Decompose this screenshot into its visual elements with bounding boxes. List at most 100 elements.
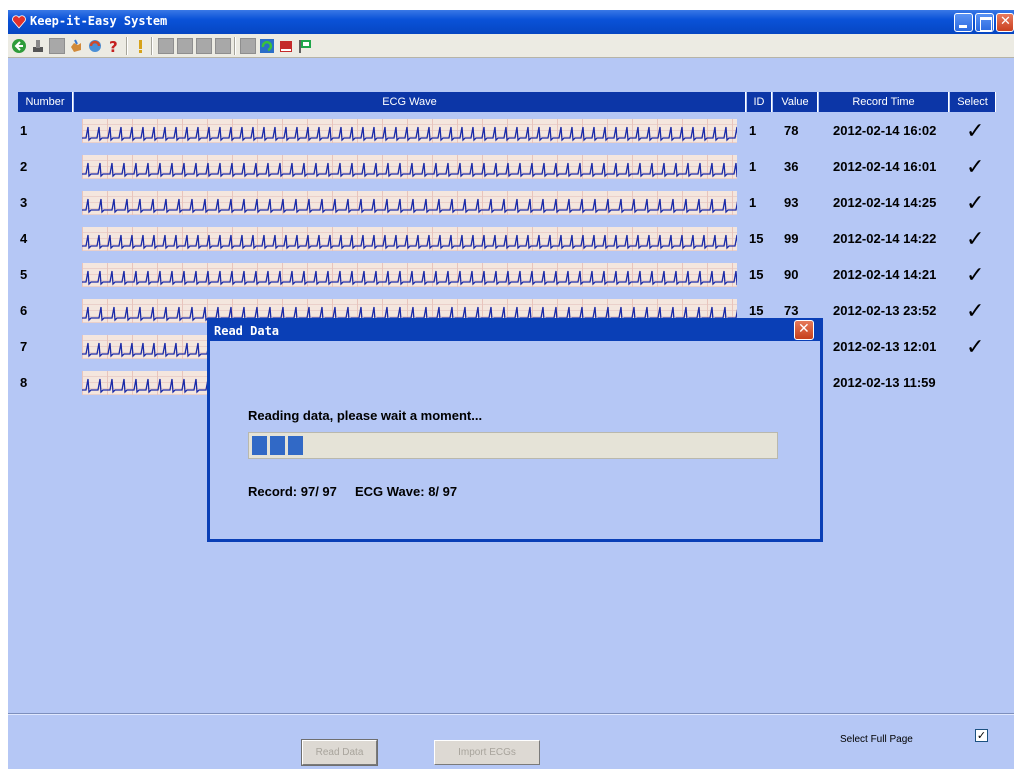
row-value: 78	[784, 123, 799, 138]
row-number: 5	[20, 267, 28, 282]
select-full-page-checkbox[interactable]: ✓	[975, 729, 988, 742]
dialog-body: Reading data, please wait a moment... Re…	[210, 341, 820, 539]
ecg-line	[82, 162, 737, 178]
disabled-icon	[215, 38, 231, 54]
progress-block	[252, 436, 267, 455]
dialog-title: Read Data	[214, 324, 280, 338]
select-full-page-label: Select Full Page	[840, 734, 913, 745]
dialog-close-button[interactable]	[794, 320, 814, 340]
row-number: 3	[20, 195, 28, 210]
toolbar-separator	[126, 37, 128, 55]
ecg-wave-label: ECG Wave:	[354, 484, 425, 499]
minimize-button[interactable]	[954, 13, 973, 32]
row-id: 1	[749, 195, 757, 210]
disabled-icon	[49, 38, 65, 54]
ecg-wave-thumbnail[interactable]	[82, 119, 737, 143]
row-number: 6	[20, 303, 28, 318]
row-select-check[interactable]: ✓	[966, 193, 984, 215]
ecg-trace	[82, 270, 737, 286]
row-record-time: 2012-02-14 14:22	[833, 231, 937, 246]
row-record-time: 2012-02-13 12:01	[833, 339, 937, 354]
row-id: 15	[749, 303, 764, 318]
progress-block	[270, 436, 285, 455]
ecg-trace	[82, 198, 737, 214]
toolbar-separator	[234, 37, 236, 55]
svg-text:?: ?	[109, 38, 118, 54]
row-select-check[interactable]: ✓	[966, 301, 984, 323]
row-id: 1	[749, 123, 757, 138]
rotate-icon[interactable]	[259, 38, 275, 54]
header-ecg-wave[interactable]: ECG Wave	[74, 92, 746, 112]
row-select-check[interactable]: ✓	[966, 265, 984, 287]
row-value: 99	[784, 231, 799, 246]
progress-bar	[248, 432, 778, 459]
refresh-icon[interactable]	[87, 38, 103, 54]
ecg-wave-thumbnail[interactable]	[82, 191, 737, 215]
ecg-wave-thumbnail[interactable]	[82, 263, 737, 287]
import-ecgs-button[interactable]: Import ECGs	[434, 740, 540, 765]
row-record-time: 2012-02-13 11:59	[833, 375, 936, 390]
dialog-message: Reading data, please wait a moment...	[248, 408, 483, 423]
row-value: 90	[784, 267, 799, 282]
row-id: 15	[749, 231, 764, 246]
ecg-wave-thumbnail[interactable]	[82, 227, 737, 251]
ecg-line	[82, 270, 737, 286]
disabled-icon	[177, 38, 193, 54]
ecg-wave-value: 8/ 97	[428, 484, 458, 499]
back-icon[interactable]	[11, 38, 27, 54]
row-number: 4	[20, 231, 28, 246]
stamp-icon[interactable]	[30, 38, 46, 54]
row-number: 7	[20, 339, 28, 354]
hand-icon[interactable]	[68, 38, 84, 54]
row-number: 8	[20, 375, 28, 390]
disabled-icon	[240, 38, 256, 54]
row-record-time: 2012-02-14 16:01	[833, 159, 937, 174]
row-id: 15	[749, 267, 764, 282]
row-number: 2	[20, 159, 28, 174]
disabled-icon	[158, 38, 174, 54]
row-value: 36	[784, 159, 799, 174]
row-number: 1	[20, 123, 28, 138]
record-label: Record:	[248, 484, 298, 499]
ecg-trace	[82, 234, 737, 250]
header-value[interactable]: Value	[773, 92, 818, 112]
info-icon[interactable]	[132, 38, 148, 54]
book-icon[interactable]	[278, 38, 294, 54]
ecg-wave-thumbnail[interactable]	[82, 155, 737, 179]
row-record-time: 2012-02-14 16:02	[833, 123, 937, 138]
row-select-check[interactable]: ✓	[966, 337, 984, 359]
header-number[interactable]: Number	[18, 92, 73, 112]
toolbar: ?	[8, 34, 1014, 58]
row-value: 93	[784, 195, 799, 210]
ecg-line	[82, 234, 737, 250]
row-select-check[interactable]: ✓	[966, 229, 984, 251]
toolbar-separator	[151, 37, 153, 55]
ecg-line	[82, 126, 737, 142]
ecg-trace	[82, 126, 737, 142]
ecg-line	[82, 198, 737, 214]
disabled-icon	[196, 38, 212, 54]
status-line: Record: 97/ 97 ECG Wave: 8/ 97	[248, 484, 457, 499]
close-button[interactable]	[996, 13, 1014, 32]
help-icon[interactable]: ?	[106, 38, 122, 54]
row-value: 73	[784, 303, 799, 318]
heart-logo-icon	[12, 15, 26, 29]
header-select[interactable]: Select	[950, 92, 996, 112]
read-data-button[interactable]: Read Data	[301, 739, 378, 766]
maximize-button[interactable]	[975, 13, 994, 32]
row-record-time: 2012-02-14 14:21	[833, 267, 937, 282]
row-select-check[interactable]: ✓	[966, 157, 984, 179]
footer-divider	[8, 713, 1014, 715]
flag-icon[interactable]	[297, 38, 313, 54]
row-select-check[interactable]: ✓	[966, 121, 984, 143]
row-record-time: 2012-02-13 23:52	[833, 303, 937, 318]
row-id: 1	[749, 159, 757, 174]
ecg-trace	[82, 162, 737, 178]
header-record-time[interactable]: Record Time	[819, 92, 949, 112]
row-record-time: 2012-02-14 14:25	[833, 195, 937, 210]
window-title: Keep-it-Easy System	[30, 14, 168, 28]
title-bar[interactable]: Keep-it-Easy System	[8, 10, 1014, 34]
record-value: 97/ 97	[300, 484, 337, 499]
read-data-dialog: Read Data Reading data, please wait a mo…	[207, 318, 823, 542]
header-id[interactable]: ID	[747, 92, 772, 112]
